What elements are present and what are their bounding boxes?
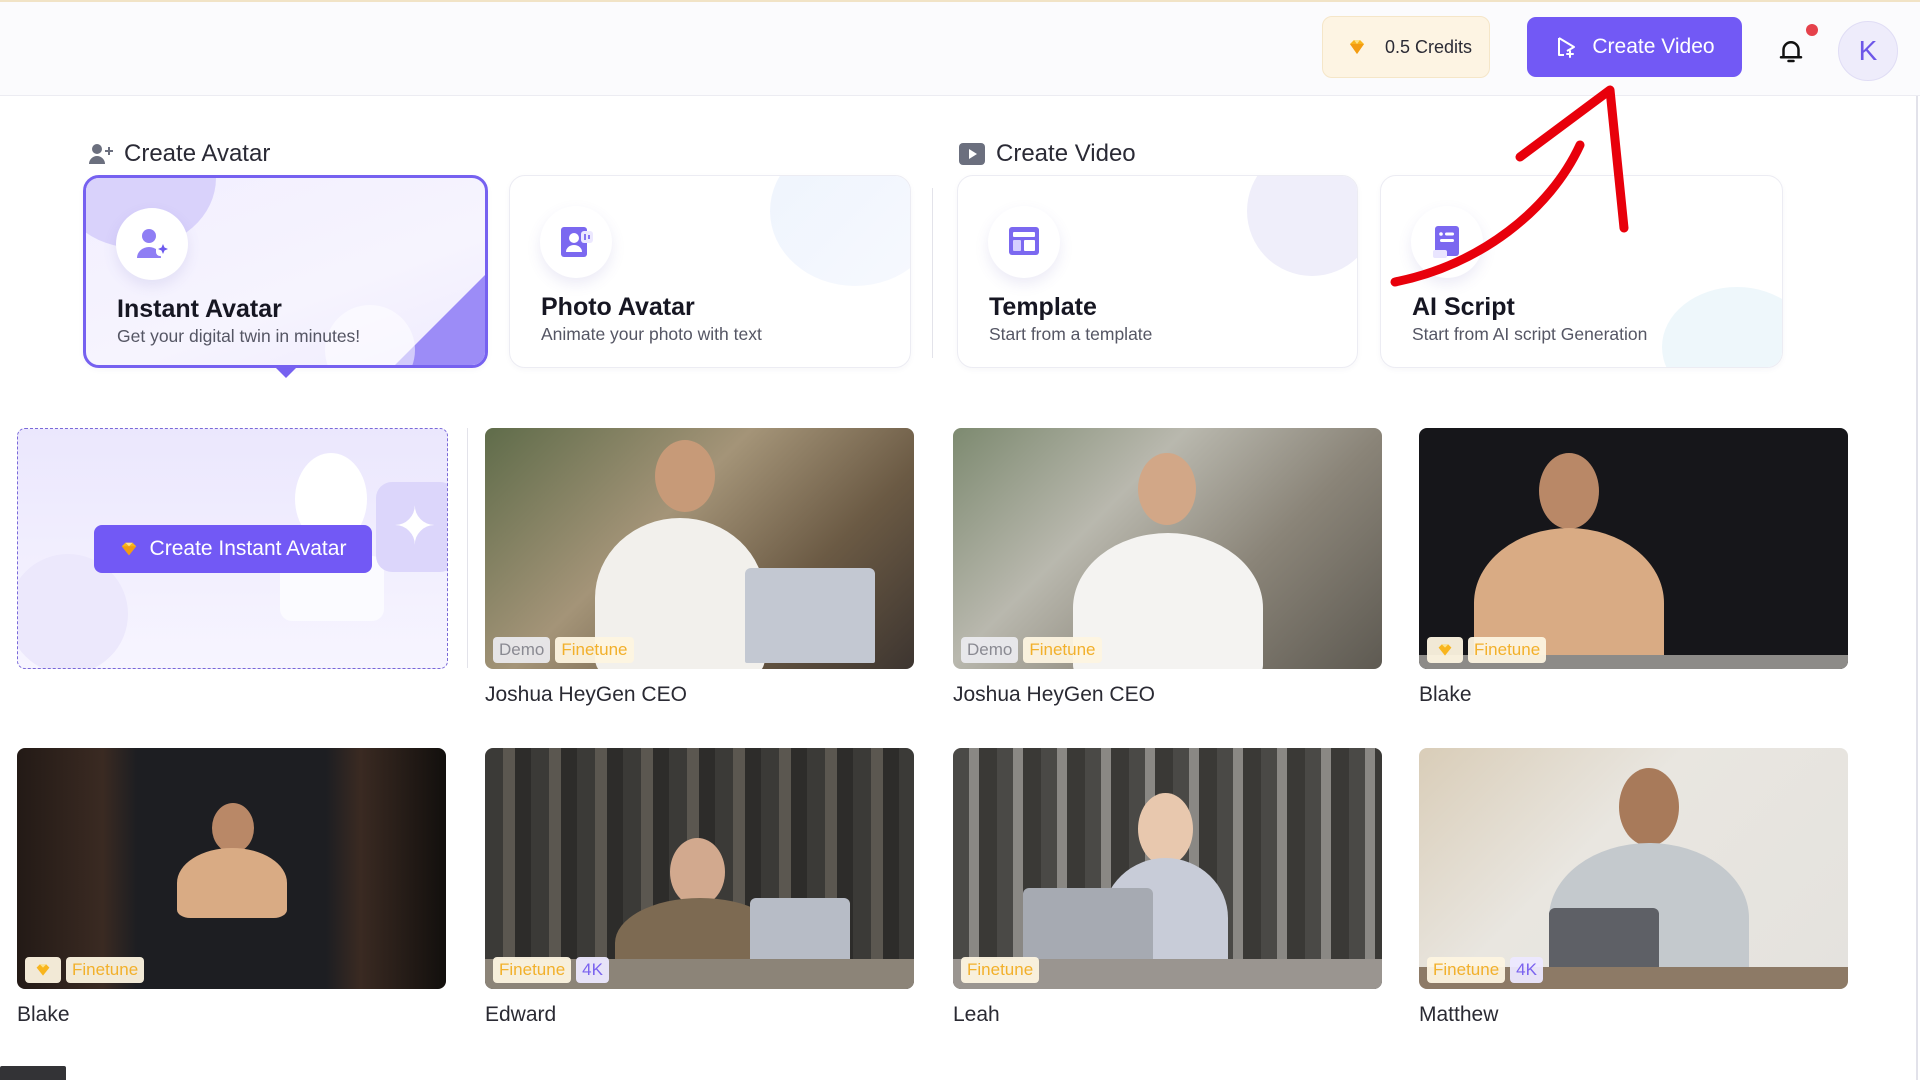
scrollbar-track[interactable] [1916,96,1918,1080]
badge-group: Finetune 4K [1427,957,1543,983]
badge-group: Finetune [25,957,145,983]
create-video-label: Create Video [1592,35,1715,58]
avatar-tile[interactable]: Demo Finetune [953,428,1382,669]
video-plus-icon [1558,37,1576,58]
create-video-heading: Create Video [958,140,1136,168]
avatar-name: Leah [953,1003,1000,1026]
photo-avatar-card[interactable]: Photo Avatar Animate your photo with tex… [509,175,911,368]
create-video-section-label: Create Video [996,140,1136,167]
laptop [750,898,850,963]
create-instant-avatar-label: Create Instant Avatar [149,537,347,560]
bell-icon[interactable] [1776,36,1806,66]
card-decoration [770,176,910,286]
create-video-button[interactable]: Create Video [1527,17,1742,77]
finetune-badge: Finetune [66,957,145,983]
badge-group: Finetune 4K [493,957,609,983]
tile-divider [467,428,468,668]
card-subtitle: Animate your photo with text [541,324,762,344]
user-plus-icon [137,229,170,258]
ai-script-card[interactable]: AI Script Start from AI script Generatio… [1380,175,1783,368]
finetune-badge: Finetune [961,957,1040,983]
credits-label: 0.5 Credits [1385,36,1473,57]
badge-group: Demo Finetune [961,637,1102,663]
card-decoration [1247,176,1357,276]
avatar-face [1619,768,1679,846]
photo-avatar-icon-circle [540,206,612,278]
badge-group: Finetune [1427,637,1547,663]
gem-icon [1438,644,1452,656]
demo-badge: Demo [493,637,551,663]
badge-group: Finetune [961,957,1040,983]
card-decoration [1662,287,1782,367]
instant-avatar-card[interactable]: Instant Avatar Get your digital twin in … [83,175,488,368]
avatar-face [670,838,725,906]
avatar-tile[interactable]: Finetune 4K [1419,748,1848,989]
laptop [745,568,875,663]
premium-badge [25,957,61,983]
demo-badge: Demo [961,637,1019,663]
badge-group: Demo Finetune [493,637,634,663]
card-title: Template [989,293,1097,321]
avatar-tile[interactable]: Finetune 4K [485,748,914,989]
section-divider [932,188,933,358]
create-instant-avatar-button[interactable]: Create Instant Avatar [94,525,372,573]
avatar-tile[interactable]: Finetune [953,748,1382,989]
card-subtitle: Get your digital twin in minutes! [117,326,361,346]
card-title: Photo Avatar [541,293,695,321]
credits-indicator[interactable]: 0.5 Credits [1322,16,1490,78]
create-instant-avatar-tile[interactable]: ✦ Create Instant Avatar [17,428,448,669]
user-initial: K [1858,35,1878,66]
user-add-icon [89,144,113,164]
card-subtitle: Start from a template [989,324,1153,344]
4k-badge: 4K [1510,957,1543,983]
card-subtitle: Start from AI script Generation [1412,324,1648,344]
sparkle-icon: ✦ [393,498,437,556]
avatar-name: Matthew [1419,1003,1499,1026]
template-card[interactable]: Template Start from a template [957,175,1358,368]
card-title: AI Script [1412,293,1515,321]
template-icon [1009,227,1039,255]
user-avatar[interactable]: K [1838,21,1898,81]
finetune-badge: Finetune [1023,637,1102,663]
avatar-tile[interactable]: Demo Finetune [485,428,914,669]
finetune-badge: Finetune [1468,637,1547,663]
ai-script-icon-circle [1411,206,1483,278]
gem-icon [1350,40,1364,54]
avatar-name: Blake [17,1003,70,1026]
avatar-face [1138,793,1193,865]
avatar-tile[interactable]: Finetune [17,748,446,989]
4k-badge: 4K [576,957,609,983]
photo-avatar-icon [561,227,593,257]
gem-icon [121,542,136,556]
avatar-face [212,803,254,853]
avatar-tile[interactable]: Finetune [1419,428,1848,669]
avatar-body [177,848,287,918]
selected-card-pointer [276,368,296,378]
premium-badge [1427,637,1463,663]
script-icon [1433,226,1459,258]
gem-icon [36,964,50,976]
avatar-name: Joshua HeyGen CEO [485,683,687,706]
laptop [1023,888,1153,968]
finetune-badge: Finetune [1427,957,1506,983]
finetune-badge: Finetune [493,957,572,983]
instant-avatar-icon-circle [116,208,188,280]
create-avatar-label: Create Avatar [124,140,271,167]
play-square-icon [959,143,985,165]
create-avatar-heading: Create Avatar [88,140,270,168]
avatar-face [655,440,715,512]
finetune-badge: Finetune [555,637,634,663]
card-title: Instant Avatar [117,295,282,323]
notification-dot [1806,24,1818,36]
template-icon-circle [988,206,1060,278]
avatar-name: Joshua HeyGen CEO [953,683,1155,706]
avatar-face [1138,453,1196,525]
avatar-name: Edward [485,1003,557,1026]
bottom-toolbar-fragment [0,1066,66,1080]
top-header: 0.5 Credits Create Video K [0,2,1920,96]
avatar-name: Blake [1419,683,1472,706]
avatar-face [1539,453,1599,529]
